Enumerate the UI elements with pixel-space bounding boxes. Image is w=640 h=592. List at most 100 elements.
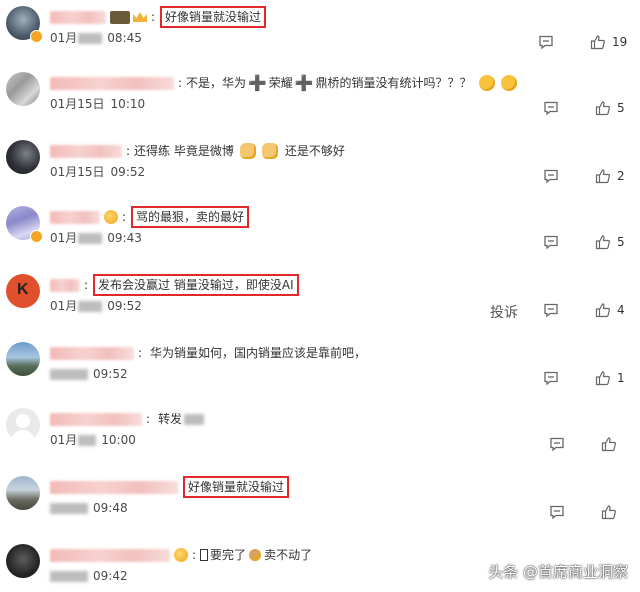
default-avatar-icon bbox=[16, 414, 30, 428]
comment-actions: 5 bbox=[543, 98, 625, 118]
time-label: 09:48 bbox=[93, 501, 128, 515]
username-blurred[interactable] bbox=[50, 346, 134, 360]
comment-text: 发布会没赢过 销量没输过，即使没AI bbox=[93, 274, 299, 296]
colon-separator: : bbox=[192, 548, 197, 562]
comment-line: 好像销量就没输过 bbox=[50, 476, 290, 498]
avatar[interactable] bbox=[6, 72, 40, 106]
comment-line: : 要完了 卖不动了 bbox=[50, 546, 312, 564]
username-blurred[interactable] bbox=[50, 10, 106, 24]
thumbs-up-icon bbox=[595, 169, 610, 184]
time-label: 10:00 bbox=[101, 433, 136, 447]
avatar[interactable]: K bbox=[6, 274, 40, 308]
reply-button[interactable] bbox=[543, 168, 559, 184]
like-count: 2 bbox=[617, 169, 625, 183]
username-blurred[interactable] bbox=[50, 144, 122, 158]
avatar[interactable] bbox=[6, 408, 40, 442]
like-button[interactable] bbox=[601, 436, 623, 452]
comment-actions bbox=[549, 502, 623, 522]
time-label: 09:52 bbox=[110, 165, 146, 179]
reply-button[interactable] bbox=[538, 34, 554, 50]
fan-badge-icon bbox=[174, 548, 188, 562]
reply-button[interactable] bbox=[543, 234, 559, 250]
username-blurred[interactable] bbox=[50, 548, 170, 562]
comment-actions bbox=[549, 434, 623, 454]
emoji-icon bbox=[249, 549, 262, 561]
fan-badge-icon bbox=[104, 210, 118, 224]
username-blurred[interactable] bbox=[50, 210, 100, 224]
comment-text: 华为销量如何，国内销量应该是靠前吧， bbox=[150, 346, 367, 360]
plus-symbol: ➕ bbox=[294, 74, 314, 92]
comment-icon bbox=[550, 437, 564, 452]
like-count: 5 bbox=[617, 235, 625, 249]
username-blurred[interactable] bbox=[50, 76, 174, 90]
comment-meta: 01月 08:45 bbox=[50, 30, 142, 46]
like-button[interactable]: 5 bbox=[595, 234, 625, 250]
avatar[interactable] bbox=[6, 544, 40, 578]
blurred-link[interactable] bbox=[184, 413, 205, 425]
colon-separator: : bbox=[126, 144, 131, 158]
date-label: 01月15日 bbox=[50, 97, 105, 111]
comment-icon bbox=[544, 101, 558, 116]
username-blurred[interactable] bbox=[50, 412, 142, 426]
like-count: 1 bbox=[617, 371, 625, 385]
like-count: 4 bbox=[617, 303, 625, 317]
comment-text: 好像销量就没输过 bbox=[183, 476, 290, 498]
watermark: 头条 @首席商业洞察 bbox=[488, 563, 628, 581]
comment-text: 还得练 毕竟是微博 bbox=[134, 144, 234, 158]
like-button[interactable]: 5 bbox=[595, 100, 625, 116]
comment-meta: 01月 10:00 bbox=[50, 432, 136, 448]
thumbs-up-icon bbox=[595, 101, 610, 116]
report-button[interactable]: 投诉 bbox=[490, 302, 518, 322]
time-label: 08:45 bbox=[107, 31, 142, 45]
colon-separator: : bbox=[178, 76, 183, 90]
comment-line: : 好像销量就没输过 bbox=[50, 6, 267, 28]
date-label: 01月15日 bbox=[50, 165, 105, 179]
like-button[interactable] bbox=[601, 504, 623, 520]
vip-badge-icon bbox=[110, 10, 130, 24]
comment-text-after: 还是不够好 bbox=[284, 144, 345, 158]
avatar[interactable] bbox=[6, 476, 40, 510]
time-label: 09:42 bbox=[93, 569, 128, 583]
like-button[interactable]: 1 bbox=[595, 370, 625, 386]
thumbs-up-icon bbox=[590, 35, 605, 50]
date-label: 01月 bbox=[50, 31, 78, 45]
comment-meta: 09:52 bbox=[50, 366, 128, 382]
comment-text-3: 鼎桥的销量没有统计吗？？？ bbox=[315, 76, 472, 90]
comment-line: : 华为销量如何，国内销量应该是靠前吧， bbox=[50, 344, 366, 362]
comment-actions: 2 bbox=[543, 166, 625, 186]
like-button[interactable]: 2 bbox=[595, 168, 625, 184]
reply-button[interactable] bbox=[543, 302, 559, 318]
verified-badge-icon bbox=[30, 230, 43, 243]
comment-icon bbox=[539, 35, 553, 50]
reply-button[interactable] bbox=[549, 504, 565, 520]
thumbs-up-icon bbox=[595, 371, 610, 386]
username-blurred[interactable] bbox=[50, 278, 80, 292]
reply-button[interactable] bbox=[549, 436, 565, 452]
default-avatar-body bbox=[11, 430, 35, 442]
time-label: 09:43 bbox=[107, 231, 142, 245]
date-label: 01月 bbox=[50, 433, 78, 447]
comment-text: 不是，华为 bbox=[186, 76, 247, 90]
colon-separator: : bbox=[122, 210, 127, 224]
colon-separator: : bbox=[84, 278, 89, 292]
date-label: 01月 bbox=[50, 299, 78, 313]
thinking-emoji-icon bbox=[479, 75, 496, 91]
like-button[interactable]: 4 bbox=[595, 302, 625, 318]
comment-actions: 19 bbox=[538, 32, 627, 52]
avatar[interactable] bbox=[6, 342, 40, 376]
comment-line: : 骂的最狠，卖的最好 bbox=[50, 206, 250, 228]
reply-button[interactable] bbox=[543, 100, 559, 116]
comment-text: 好像销量就没输过 bbox=[160, 6, 267, 28]
date-blurred bbox=[78, 300, 103, 312]
comment-icon bbox=[544, 303, 558, 318]
like-count: 19 bbox=[612, 35, 628, 49]
reply-button[interactable] bbox=[543, 370, 559, 386]
plus-symbol: ➕ bbox=[248, 74, 267, 92]
date-blurred bbox=[78, 434, 97, 446]
thumbs-up-icon bbox=[601, 437, 616, 452]
username-blurred[interactable] bbox=[50, 480, 178, 494]
colon-separator: : bbox=[138, 346, 143, 360]
comment-icon bbox=[550, 505, 564, 520]
avatar[interactable] bbox=[6, 140, 40, 174]
like-button[interactable]: 19 bbox=[590, 34, 627, 50]
